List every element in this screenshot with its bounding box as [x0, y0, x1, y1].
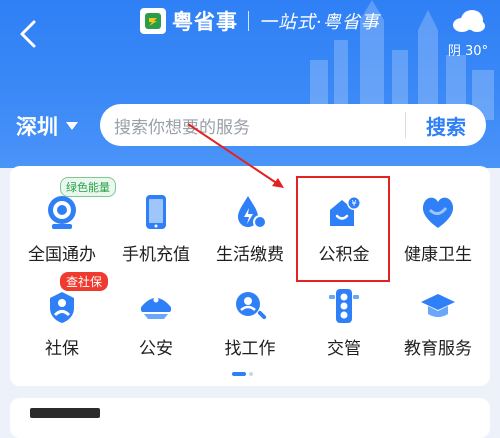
check-social-security-badge: 查社保: [60, 272, 109, 291]
weather-text: 阴 30°: [447, 44, 489, 59]
header-bar: 粤省事 一站式·粤省事 阴 30° 深圳 搜索你想要的服务 搜索: [0, 0, 500, 168]
page-dot: [249, 372, 253, 376]
search-bar[interactable]: 搜索你想要的服务 搜索: [100, 104, 486, 146]
app-logo-icon: [140, 8, 166, 34]
health-heart-icon: [422, 197, 454, 228]
service-label: 健康卫生: [404, 245, 472, 265]
next-section-card: [10, 398, 490, 438]
traffic-light-icon: [329, 289, 359, 323]
page-dot-active: [232, 372, 246, 376]
education-cap-icon: [421, 294, 455, 317]
service-label: 找工作: [224, 339, 276, 359]
weather-widget[interactable]: 阴 30°: [446, 8, 490, 59]
utility-payment-icon: [238, 196, 267, 229]
service-label: 公安: [139, 339, 173, 359]
highlight-box: [296, 176, 390, 282]
title-divider: [248, 11, 249, 31]
search-input[interactable]: 搜索你想要的服务: [114, 113, 405, 138]
nationwide-service-icon: [48, 196, 76, 229]
job-search-icon: [236, 292, 267, 320]
service-label: 社保: [45, 339, 79, 359]
back-chevron-icon[interactable]: [14, 16, 44, 52]
service-label: 教育服务: [404, 339, 472, 359]
social-security-icon: [50, 292, 74, 323]
section-title-partial: [30, 408, 100, 418]
service-social-security[interactable]: 社保: [14, 286, 110, 359]
city-name: 深圳: [16, 115, 58, 139]
city-selector[interactable]: 深圳: [16, 111, 78, 141]
service-label: 手机充值: [122, 245, 190, 265]
caret-down-icon: [66, 122, 78, 130]
service-nationwide[interactable]: 全国通办: [14, 192, 110, 265]
service-job-search[interactable]: 找工作: [202, 286, 298, 359]
police-cap-icon: [141, 297, 171, 319]
cloud-icon: [453, 10, 485, 32]
phone-recharge-icon: [146, 195, 166, 229]
service-phone-recharge[interactable]: 手机充值: [108, 192, 204, 265]
app-slogan: 一站式·粤省事: [259, 12, 380, 33]
services-grid: 全国通办 绿色能量 手机充值 生活缴费 ¥ 公积金 健康卫生 社保 查社保 公安…: [10, 166, 490, 386]
service-traffic[interactable]: 交管: [296, 286, 392, 359]
service-police[interactable]: 公安: [108, 286, 204, 359]
service-health[interactable]: 健康卫生: [390, 192, 486, 265]
page-indicator: [232, 372, 253, 376]
app-title: 粤省事 一站式·粤省事: [140, 6, 380, 36]
service-label: 全国通办: [28, 245, 96, 265]
service-utility-payment[interactable]: 生活缴费: [202, 192, 298, 265]
service-education[interactable]: 教育服务: [390, 286, 486, 359]
service-label: 生活缴费: [216, 245, 284, 265]
service-label: 交管: [327, 339, 361, 359]
app-name: 粤省事: [172, 10, 238, 34]
search-button[interactable]: 搜索: [406, 111, 486, 140]
